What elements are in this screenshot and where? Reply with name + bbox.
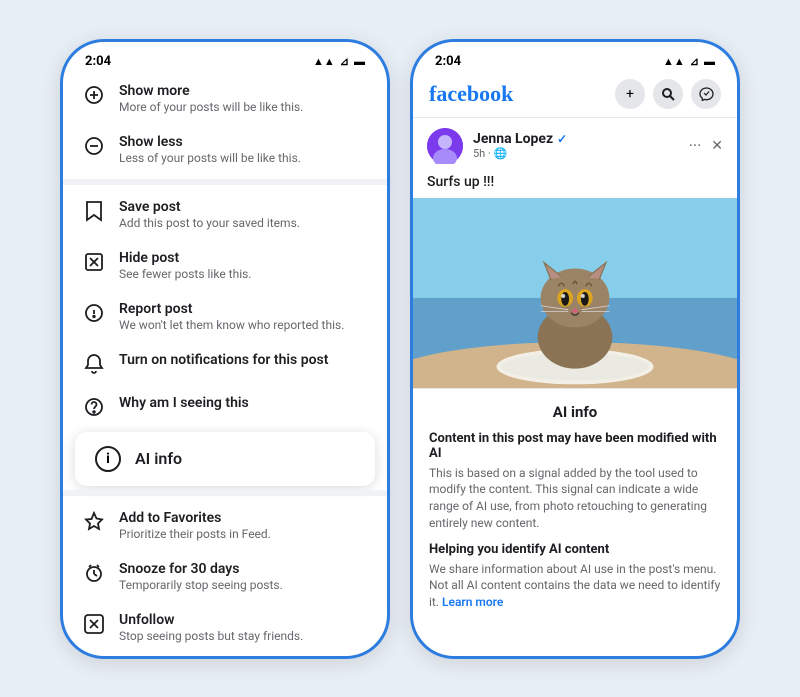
- messenger-button[interactable]: [691, 79, 721, 109]
- main-container: 2:04 ▲▲ ⊿ ▬ Show more More of your posts…: [20, 9, 780, 689]
- menu-item-why-seeing[interactable]: Why am I seeing this: [63, 385, 387, 428]
- add-icon: +: [626, 86, 634, 102]
- search-button[interactable]: [653, 79, 683, 109]
- report-post-sub: We won't let them know who reported this…: [119, 318, 344, 332]
- ai-info-title: AI info: [135, 449, 182, 468]
- menu-item-notifications[interactable]: Turn on notifications for this post: [63, 342, 387, 385]
- menu-item-hide-post[interactable]: Hide post See fewer posts like this.: [63, 240, 387, 291]
- add-favorites-sub: Prioritize their posts in Feed.: [119, 527, 271, 541]
- status-bar-1: 2:04 ▲▲ ⊿ ▬: [63, 42, 387, 73]
- more-options-button[interactable]: ···: [689, 136, 702, 155]
- unfollow-icon: [83, 613, 105, 635]
- menu-item-snooze[interactable]: Snooze for 30 days Temporarily stop seei…: [63, 551, 387, 602]
- battery-icon: ▬: [354, 55, 365, 68]
- post-user-info: Jenna Lopez ✓ 5h · 🌐: [473, 131, 679, 160]
- unfollow-title: Unfollow: [119, 612, 303, 628]
- notifications-title: Turn on notifications for this post: [119, 352, 328, 368]
- divider-1: [63, 179, 387, 185]
- fb-header: facebook +: [413, 73, 737, 118]
- avatar: [427, 128, 463, 164]
- learn-more-link[interactable]: Learn more: [442, 595, 503, 609]
- phone1: 2:04 ▲▲ ⊿ ▬ Show more More of your posts…: [60, 39, 390, 659]
- hide-post-sub: See fewer posts like this.: [119, 267, 251, 281]
- save-post-icon: [83, 200, 105, 222]
- save-post-sub: Add this post to your saved items.: [119, 216, 300, 230]
- ai-panel-section2-title: Helping you identify AI content: [429, 542, 721, 557]
- why-seeing-title: Why am I seeing this: [119, 395, 249, 411]
- menu-item-show-less[interactable]: Show less Less of your posts will be lik…: [63, 124, 387, 175]
- ai-panel-section1-text: This is based on a signal added by the t…: [429, 465, 721, 532]
- time-1: 2:04: [85, 54, 111, 69]
- save-post-title: Save post: [119, 199, 300, 215]
- verified-badge: ✓: [557, 132, 567, 146]
- post-caption: Surfs up !!!: [413, 174, 737, 198]
- search-icon: [661, 87, 675, 101]
- post-username: Jenna Lopez ✓: [473, 131, 679, 147]
- ai-info-panel: AI info Content in this post may have be…: [413, 388, 737, 636]
- show-less-sub: Less of your posts will be like this.: [119, 151, 301, 165]
- show-less-icon: [83, 135, 105, 157]
- fb-header-icons: +: [615, 79, 721, 109]
- why-seeing-icon: [83, 396, 105, 418]
- cat-image-svg: [413, 198, 737, 388]
- show-less-title: Show less: [119, 134, 301, 150]
- wifi-icon-2: ⊿: [690, 55, 699, 68]
- notifications-icon: [83, 353, 105, 375]
- hide-post-title: Hide post: [119, 250, 251, 266]
- menu-item-report-post[interactable]: Report post We won't let them know who r…: [63, 291, 387, 342]
- post-image: [413, 198, 737, 388]
- add-favorites-title: Add to Favorites: [119, 510, 271, 526]
- menu-item-save-post[interactable]: Save post Add this post to your saved it…: [63, 189, 387, 240]
- ai-info-icon: i: [95, 446, 121, 472]
- ai-panel-section2-text: We share information about AI use in the…: [429, 561, 721, 611]
- report-post-title: Report post: [119, 301, 344, 317]
- menu-list: Show more More of your posts will be lik…: [63, 73, 387, 659]
- close-post-button[interactable]: ✕: [711, 138, 723, 154]
- snooze-sub: Temporarily stop seeing posts.: [119, 578, 283, 592]
- wifi-icon: ⊿: [340, 55, 349, 68]
- unfollow-sub: Stop seeing posts but stay friends.: [119, 629, 303, 643]
- ai-panel-title: AI info: [429, 403, 721, 421]
- status-icons-2: ▲▲ ⊿ ▬: [663, 55, 715, 68]
- phone2: 2:04 ▲▲ ⊿ ▬ facebook +: [410, 39, 740, 659]
- hide-post-icon: [83, 251, 105, 273]
- report-post-icon: [83, 302, 105, 324]
- menu-item-add-favorites[interactable]: Add to Favorites Prioritize their posts …: [63, 500, 387, 551]
- battery-icon-2: ▬: [704, 55, 715, 68]
- snooze-title: Snooze for 30 days: [119, 561, 283, 577]
- menu-item-unfollow[interactable]: Unfollow Stop seeing posts but stay frie…: [63, 602, 387, 653]
- post-actions: ··· ✕: [689, 136, 723, 155]
- signal-icon: ▲▲: [313, 55, 335, 68]
- show-more-sub: More of your posts will be like this.: [119, 100, 303, 114]
- post-header: Jenna Lopez ✓ 5h · 🌐 ··· ✕: [413, 118, 737, 174]
- time-2: 2:04: [435, 54, 461, 69]
- menu-item-show-more[interactable]: Show more More of your posts will be lik…: [63, 73, 387, 124]
- add-favorites-icon: [83, 511, 105, 533]
- show-more-icon: [83, 84, 105, 106]
- messenger-icon: [699, 87, 714, 101]
- status-icons-1: ▲▲ ⊿ ▬: [313, 55, 365, 68]
- signal-icon-2: ▲▲: [663, 55, 685, 68]
- ai-info-item[interactable]: i AI info: [75, 432, 375, 486]
- show-more-title: Show more: [119, 83, 303, 99]
- avatar-image: [427, 128, 463, 164]
- snooze-icon: [83, 562, 105, 584]
- facebook-logo: facebook: [429, 81, 513, 107]
- status-bar-2: 2:04 ▲▲ ⊿ ▬: [413, 42, 737, 73]
- add-button[interactable]: +: [615, 79, 645, 109]
- menu-item-manage-feed[interactable]: Manage your Feed: [63, 653, 387, 659]
- post-meta: 5h · 🌐: [473, 147, 679, 160]
- divider-2: [63, 490, 387, 496]
- ai-panel-section1-title: Content in this post may have been modif…: [429, 431, 721, 461]
